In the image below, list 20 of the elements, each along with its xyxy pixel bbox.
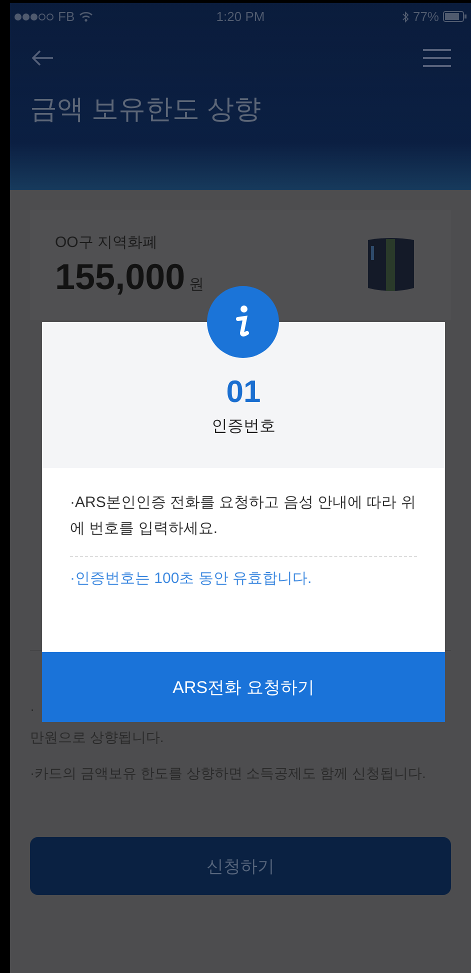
card-icon: [366, 236, 416, 294]
bluetooth-icon: [402, 10, 409, 22]
code-label: 인증번호: [212, 417, 276, 437]
back-arrow-icon[interactable]: [32, 50, 54, 66]
verification-code: 01: [226, 374, 261, 410]
battery-percent: 77%: [412, 9, 439, 24]
battery-icon: [443, 11, 467, 22]
status-time: 1:20 PM: [216, 9, 265, 24]
info-icon: [235, 305, 251, 339]
validity-text: ·인증번호는 100초 동안 유효합니다.: [70, 569, 313, 588]
ars-call-button[interactable]: ARS전화 요청하기: [42, 652, 445, 722]
apply-button[interactable]: 신청하기: [30, 837, 451, 895]
instruction-text: ·ARS본인인증 전화를 요청하고 음성 안내에 따라 위에 번호를 입력하세요.: [70, 493, 417, 539]
wifi-icon: [78, 11, 93, 22]
page-title: 금액 보유한도 상향: [30, 93, 262, 126]
notice-text: ·: [30, 701, 35, 717]
carrier-name: FB: [58, 9, 75, 24]
menu-icon[interactable]: [423, 48, 451, 68]
balance-amount: 155,000: [55, 256, 186, 298]
signal-icon: [14, 12, 54, 20]
